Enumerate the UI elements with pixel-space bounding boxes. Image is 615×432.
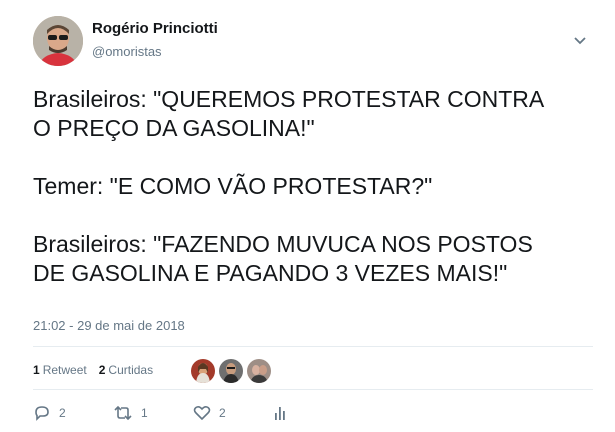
avatar[interactable] bbox=[33, 16, 83, 66]
like-button[interactable]: 2 bbox=[193, 405, 273, 421]
tweet-stats: 1 Retweet 2 Curtidas bbox=[33, 363, 165, 377]
tweet-actions: 2 1 2 bbox=[33, 405, 295, 421]
retweet-count: 1 bbox=[141, 406, 148, 420]
like-count: 2 bbox=[219, 406, 226, 420]
divider bbox=[33, 346, 593, 347]
avatar[interactable] bbox=[246, 358, 272, 384]
retweets-stat[interactable]: 1 Retweet bbox=[33, 363, 87, 377]
retweets-count: 1 bbox=[33, 363, 40, 377]
analytics-button[interactable] bbox=[273, 405, 295, 421]
analytics-icon bbox=[275, 407, 285, 420]
divider bbox=[33, 389, 593, 390]
chevron-down-icon[interactable] bbox=[573, 33, 591, 47]
author-handle[interactable]: @omoristas bbox=[92, 44, 162, 59]
reply-count: 2 bbox=[59, 406, 66, 420]
tweet-timestamp[interactable]: 21:02 - 29 de mai de 2018 bbox=[33, 318, 185, 333]
retweet-button[interactable]: 1 bbox=[113, 405, 193, 421]
likes-stat[interactable]: 2 Curtidas bbox=[99, 363, 153, 377]
avatar[interactable] bbox=[190, 358, 216, 384]
likes-count: 2 bbox=[98, 363, 106, 377]
author-name[interactable]: Rogério Princiotti bbox=[92, 20, 218, 37]
avatar[interactable] bbox=[218, 358, 244, 384]
retweet-icon bbox=[114, 405, 132, 421]
reply-button[interactable]: 2 bbox=[33, 405, 113, 421]
likes-label: Curtidas bbox=[108, 363, 154, 377]
liker-avatars bbox=[190, 358, 274, 384]
heart-icon bbox=[193, 405, 211, 421]
reply-icon bbox=[35, 406, 49, 421]
retweets-label: Retweet bbox=[42, 363, 87, 377]
tweet-text: Brasileiros: "QUEREMOS PROTESTAR CONTRA … bbox=[33, 86, 545, 286]
